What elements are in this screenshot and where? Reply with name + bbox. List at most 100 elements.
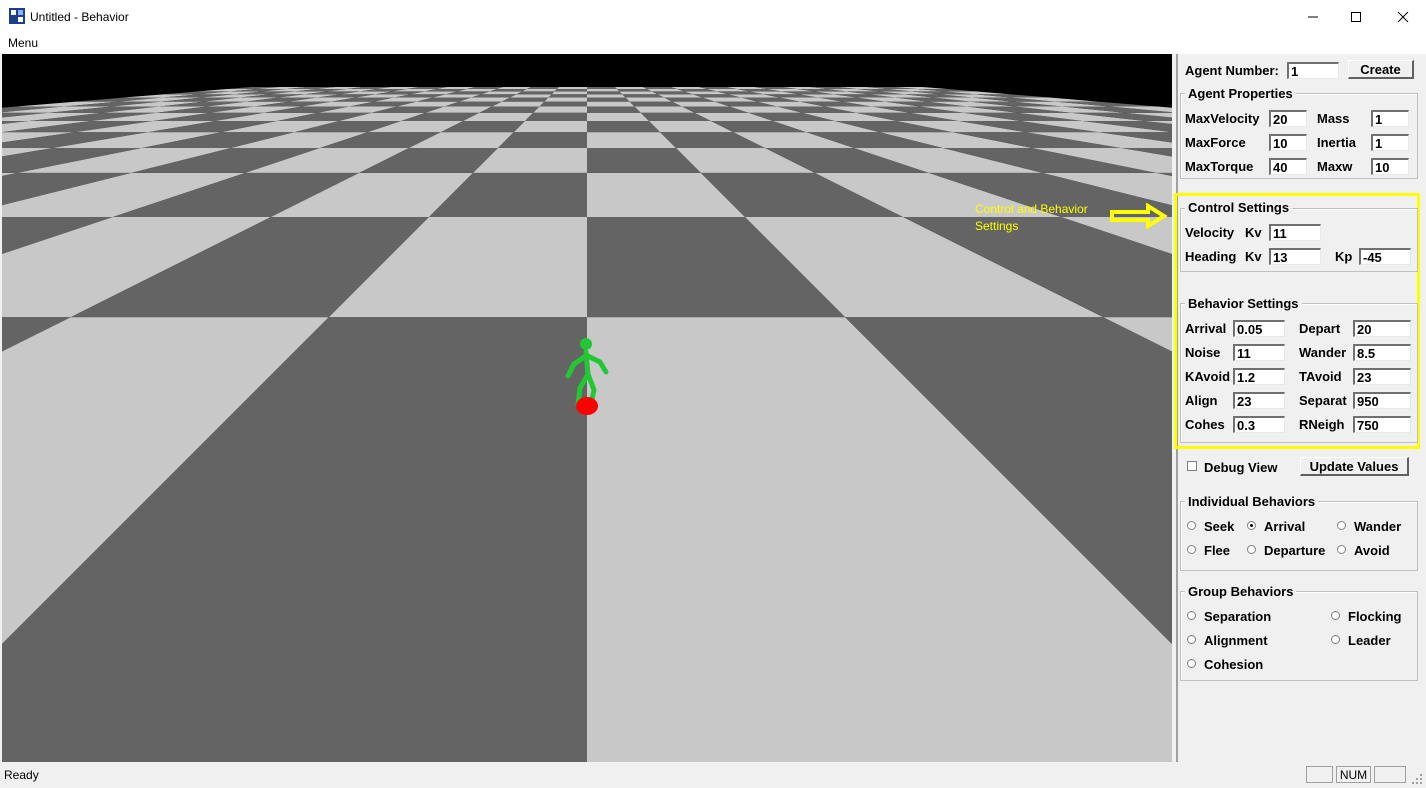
annotation-label: Control and Behavior Settings (975, 201, 1088, 235)
menu-item-menu[interactable]: Menu (8, 36, 38, 50)
cohes-label: Cohes (1185, 417, 1225, 432)
agent-number-field[interactable]: 1 (1287, 62, 1339, 79)
mass-field[interactable]: 1 (1371, 110, 1409, 127)
status-bar (0, 762, 1426, 788)
floor-tile (513, 121, 587, 133)
kp-field[interactable]: -45 (1359, 248, 1411, 265)
debug-view-label: Debug View (1204, 460, 1278, 475)
floor-tile (587, 106, 641, 113)
heading-kv-label: Kv (1245, 249, 1262, 264)
floor-tile (557, 87, 587, 89)
floor-tile (587, 89, 620, 92)
floor-tile (587, 91, 623, 95)
depart-label: Depart (1299, 321, 1341, 336)
arrival-radio-label: Arrival (1264, 519, 1306, 534)
wander-field[interactable]: 8.5 (1353, 344, 1411, 361)
inertia-field[interactable]: 1 (1371, 134, 1409, 151)
rneigh-field[interactable]: 750 (1353, 416, 1411, 433)
floor-tile (501, 97, 549, 102)
tavoid-field[interactable]: 23 (1353, 368, 1411, 385)
group-behaviors-title: Group Behaviors (1185, 584, 1297, 599)
floor-tile (615, 87, 648, 89)
flee-radio[interactable] (1187, 545, 1196, 554)
noise-field[interactable]: 11 (1233, 344, 1285, 361)
max-velocity-field[interactable]: 20 (1269, 110, 1307, 127)
mass-label: Mass (1317, 111, 1350, 126)
seek-radio[interactable] (1187, 521, 1196, 530)
flocking-radio[interactable] (1331, 611, 1340, 620)
velocity-kv-field[interactable]: 11 (1269, 224, 1321, 241)
separation-label: Separation (1204, 609, 1272, 624)
annotation-line-2: Settings (975, 219, 1019, 233)
max-torque-field[interactable]: 40 (1269, 158, 1307, 175)
create-button[interactable]: Create (1348, 60, 1414, 79)
wander-radio[interactable] (1337, 521, 1346, 530)
cohesion-radio[interactable] (1187, 659, 1196, 668)
control-settings-title: Control Settings (1185, 200, 1293, 215)
status-pane-scroll (1374, 766, 1406, 783)
leader-label: Leader (1348, 633, 1391, 648)
floor-tile (622, 94, 665, 98)
floor-tile (617, 89, 652, 92)
app-icon (9, 8, 25, 24)
rneigh-label: RNeigh (1299, 417, 1345, 432)
maxw-field[interactable]: 10 (1371, 158, 1409, 175)
max-force-label: MaxForce (1185, 135, 1246, 150)
inertia-label: Inertia (1317, 135, 1357, 150)
depart-field[interactable]: 20 (1353, 320, 1411, 337)
departure-radio[interactable] (1247, 545, 1256, 554)
floor-tile (533, 106, 587, 113)
individual-behaviors-title: Individual Behaviors (1185, 494, 1319, 509)
kavoid-label: KAvoid (1185, 369, 1231, 384)
avoid-radio[interactable] (1337, 545, 1346, 554)
velocity-kv-label: Kv (1245, 225, 1262, 240)
tavoid-label: TAvoid (1299, 369, 1342, 384)
floor-tile (551, 91, 587, 95)
max-velocity-label: MaxVelocity (1185, 111, 1260, 126)
individual-behaviors-group (1180, 501, 1418, 571)
arrival-radio[interactable] (1247, 521, 1256, 530)
floor-tile (522, 89, 557, 92)
avoid-label: Avoid (1354, 543, 1390, 558)
debug-view-checkbox[interactable] (1187, 461, 1197, 471)
align-field[interactable]: 23 (1233, 392, 1285, 409)
close-button[interactable] (1380, 0, 1426, 34)
target-marker (576, 397, 598, 415)
floor-tile (548, 94, 587, 98)
separation-radio[interactable] (1187, 611, 1196, 620)
flocking-label: Flocking (1348, 609, 1402, 624)
update-values-button[interactable]: Update Values (1300, 457, 1409, 476)
alignment-radio[interactable] (1187, 635, 1196, 644)
leader-radio[interactable] (1331, 635, 1340, 644)
cohes-field[interactable]: 0.3 (1233, 416, 1285, 433)
floor-tile (587, 121, 661, 133)
heading-kv-field[interactable]: 13 (1269, 248, 1321, 265)
wander-radio-label: Wander (1354, 519, 1402, 534)
separat-field[interactable]: 950 (1353, 392, 1411, 409)
kavoid-field[interactable]: 1.2 (1233, 368, 1285, 385)
velocity-label: Velocity (1185, 225, 1235, 240)
floor-tile (539, 101, 587, 107)
minimize-button[interactable] (1290, 0, 1336, 34)
title-bar (0, 0, 1426, 34)
resize-grip-icon[interactable] (1410, 772, 1424, 786)
max-force-field[interactable]: 10 (1269, 134, 1307, 151)
noise-label: Noise (1185, 345, 1221, 360)
scene-viewport[interactable] (2, 54, 1172, 762)
arrival-field[interactable]: 0.05 (1233, 320, 1285, 337)
floor-tile (544, 97, 587, 102)
behavior-settings-title: Behavior Settings (1185, 296, 1302, 311)
wander-label: Wander (1299, 345, 1347, 360)
floor-tile (587, 87, 617, 89)
floor-tile (619, 91, 658, 95)
floor-tile (625, 97, 673, 102)
maximize-button[interactable] (1333, 0, 1379, 34)
cohesion-label: Cohesion (1204, 657, 1264, 672)
floor-tile (587, 101, 635, 107)
flee-label: Flee (1204, 543, 1231, 558)
arrival-label: Arrival (1185, 321, 1227, 336)
kp-label: Kp (1335, 249, 1353, 264)
departure-label: Departure (1264, 543, 1326, 558)
floor-tile (587, 97, 630, 102)
status-text: Ready (4, 768, 39, 782)
